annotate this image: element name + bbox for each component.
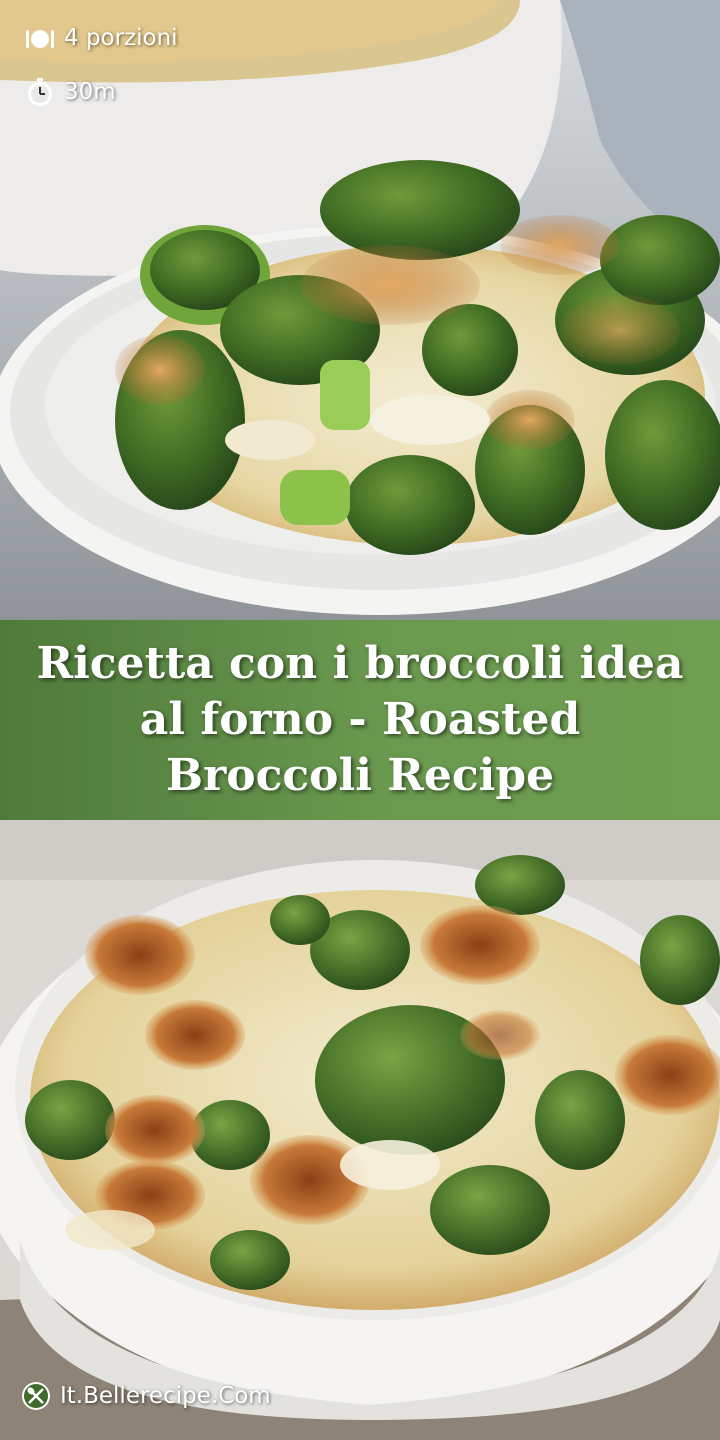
recipe-title: Ricetta con i broccoli idea al forno - R… bbox=[36, 638, 684, 801]
bottom-food-photo bbox=[0, 820, 720, 1440]
cook-time-info: 30m bbox=[24, 76, 116, 108]
site-url: It.Bellerecipe.Com bbox=[60, 1383, 271, 1409]
servings-text: 4 porzioni bbox=[64, 25, 178, 51]
title-banner: Ricetta con i broccoli idea al forno - R… bbox=[0, 620, 720, 820]
site-watermark: It.Bellerecipe.Com bbox=[20, 1380, 271, 1412]
plate-cutlery-icon bbox=[26, 30, 54, 48]
servings-info: 4 porzioni bbox=[24, 22, 178, 54]
stopwatch-icon bbox=[28, 78, 52, 106]
cook-time-text: 30m bbox=[64, 79, 116, 105]
whisk-spoon-logo-icon bbox=[22, 1382, 50, 1410]
